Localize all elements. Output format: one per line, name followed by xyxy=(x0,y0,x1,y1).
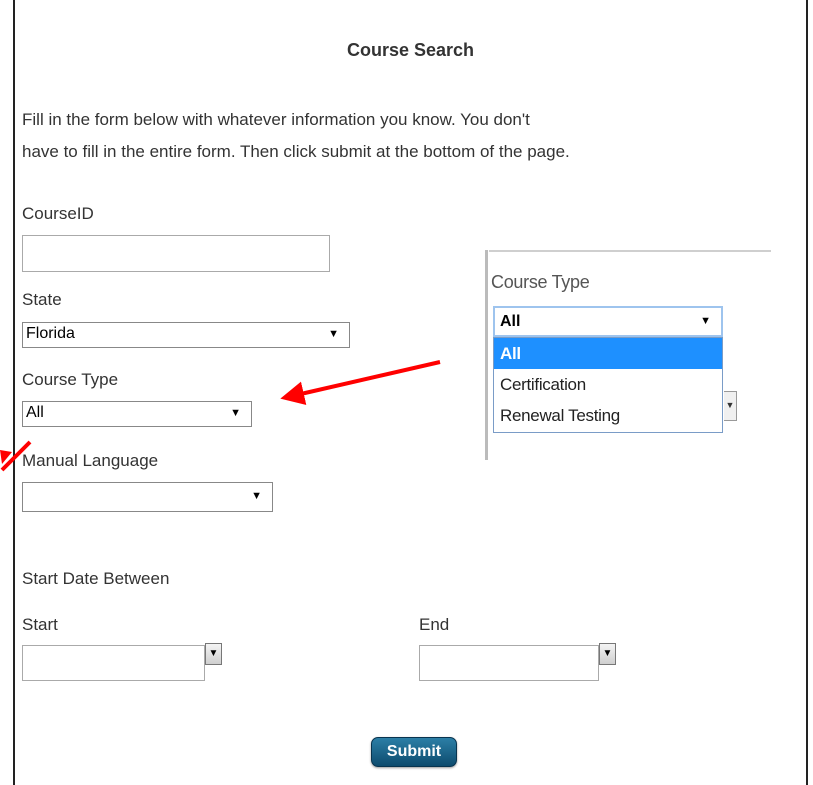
annotation-arrow xyxy=(280,360,441,406)
annotation-arrows xyxy=(0,360,441,472)
